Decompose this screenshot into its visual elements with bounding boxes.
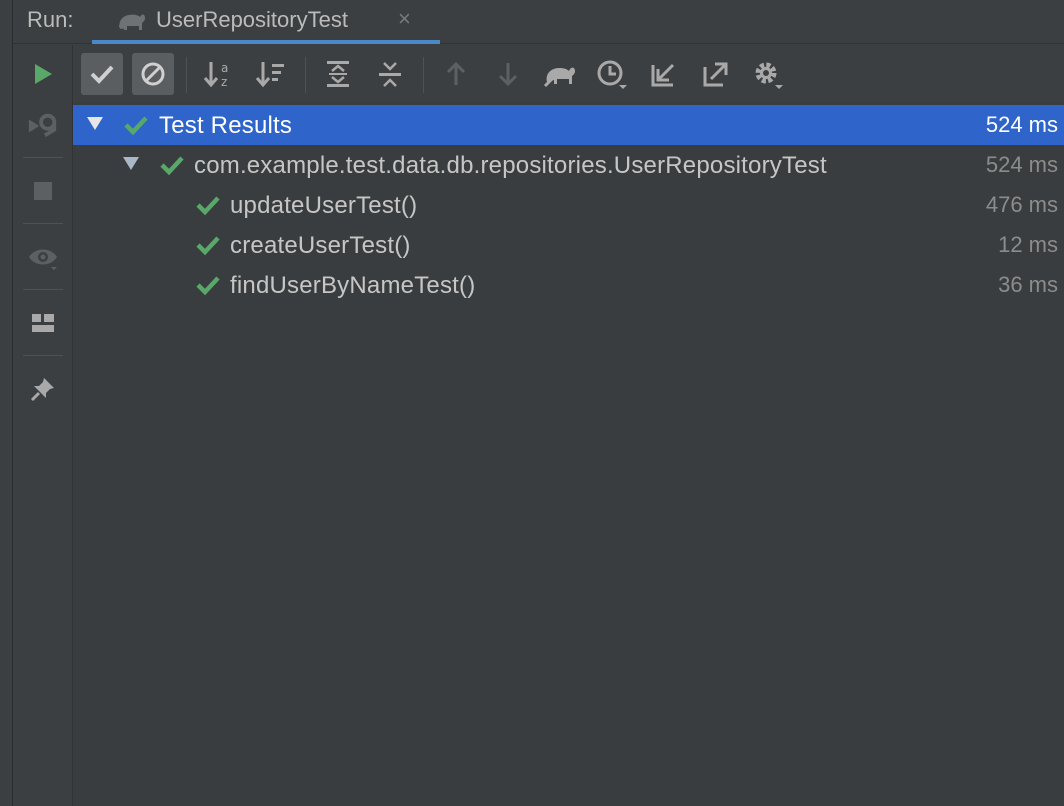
collapse-all-icon[interactable] [369,53,411,95]
expand-arrow-icon[interactable] [123,157,139,170]
watch-icon[interactable] [27,241,59,273]
test-history-icon[interactable] [591,53,633,95]
rerun-failed-icon[interactable] [27,109,59,141]
tree-label: findUserByNameTest() [230,272,476,299]
tree-row-test-results[interactable]: Test Results 524 ms [73,105,1064,145]
layout-icon[interactable] [27,307,59,339]
show-ignored-icon[interactable] [132,53,174,95]
duration: 524 ms [985,152,1058,177]
stop-icon[interactable] [27,175,59,207]
settings-icon[interactable] [747,53,789,95]
duration: 476 ms [985,192,1058,217]
svg-text:a: a [221,61,228,75]
duration: 12 ms [998,232,1058,257]
run-label: Run: [27,7,74,32]
passed-check-icon [160,156,184,176]
tree-row-test[interactable]: createUserTest() 12 ms [73,225,1064,265]
passed-check-icon [196,196,220,216]
expand-all-icon[interactable] [317,53,359,95]
run-tab-bar: Run: UserRepositoryTest × [0,0,1064,44]
passed-check-icon [124,116,148,136]
passed-check-icon [196,276,220,296]
import-tests-icon[interactable] [643,53,685,95]
divider [23,355,63,356]
gradle-elephant-icon [119,14,145,30]
show-passed-icon[interactable] [81,53,123,95]
pin-icon[interactable] [27,373,59,405]
divider [23,223,63,224]
tree-row-suite[interactable]: com.example.test.data.db.repositories.Us… [73,145,1064,185]
divider [423,57,424,93]
sort-duration-icon[interactable] [250,53,292,95]
tab-user-repository-test[interactable]: UserRepositoryTest × [92,0,440,44]
tree-label: com.example.test.data.db.repositories.Us… [194,152,827,179]
tree-label: Test Results [159,112,293,139]
tree-label: updateUserTest() [230,192,418,219]
tree-row-test[interactable]: findUserByNameTest() 36 ms [73,265,1064,305]
export-tests-icon[interactable] [695,53,737,95]
expand-arrow-icon[interactable] [87,117,103,130]
next-failed-icon[interactable] [487,53,529,95]
test-toolbar: az [73,45,1064,103]
left-edge [0,0,13,806]
duration: 524 ms [985,112,1058,137]
tree-label: createUserTest() [230,232,411,259]
close-icon[interactable]: × [398,6,411,32]
sort-alpha-icon[interactable]: az [198,53,240,95]
run-icon[interactable] [27,58,59,90]
divider [23,157,63,158]
passed-check-icon [196,236,220,256]
tab-title: UserRepositoryTest [156,7,348,32]
side-toolbar [13,45,73,806]
tree-row-test[interactable]: updateUserTest() 476 ms [73,185,1064,225]
divider [305,57,306,93]
prev-failed-icon[interactable] [435,53,477,95]
test-results-tree: Test Results 524 ms com.example.test.dat… [73,103,1064,806]
svg-text:z: z [221,75,227,89]
tab-underline [92,40,440,44]
divider [186,57,187,93]
gradle-icon[interactable] [539,53,581,95]
divider [23,289,63,290]
duration: 36 ms [998,272,1058,297]
